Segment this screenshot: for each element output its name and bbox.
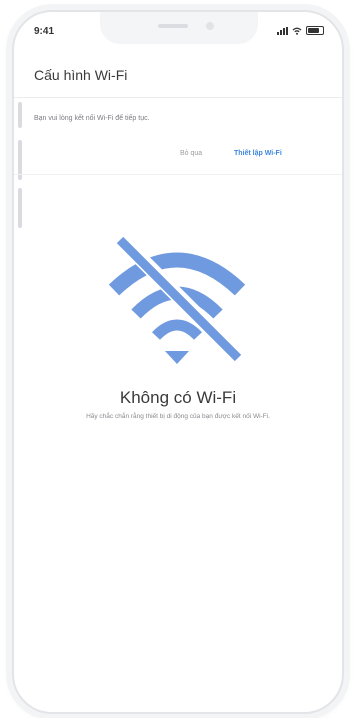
header-divider [14,97,342,98]
side-button-silent [18,102,22,128]
phone-frame: 9:41 Cấu hình Wi-Fi Bạn vui lòng kết nối… [12,10,344,714]
wifi-icon [292,27,302,35]
empty-state-title: Không có Wi-Fi [119,388,237,407]
side-button-volume-down [18,188,22,228]
panel-divider [14,174,342,175]
wifi-hint-text: Bạn vui lòng kết nối Wi-Fi để tiếp tục. [34,115,150,122]
skip-button[interactable]: Bỏ qua [180,150,202,157]
front-camera [206,22,214,30]
notch [100,12,258,44]
status-icons [277,26,324,35]
page-title: Cấu hình Wi-Fi [34,67,128,83]
no-wifi-icon [108,234,246,364]
empty-state-description: Hãy chắc chắn rằng thiết bị di động của … [86,413,270,420]
setup-wifi-button[interactable]: Thiết lập Wi-Fi [234,150,282,157]
status-time: 9:41 [34,26,55,37]
signal-bars-icon [277,27,288,35]
battery-icon [306,26,324,35]
speaker [158,24,188,28]
